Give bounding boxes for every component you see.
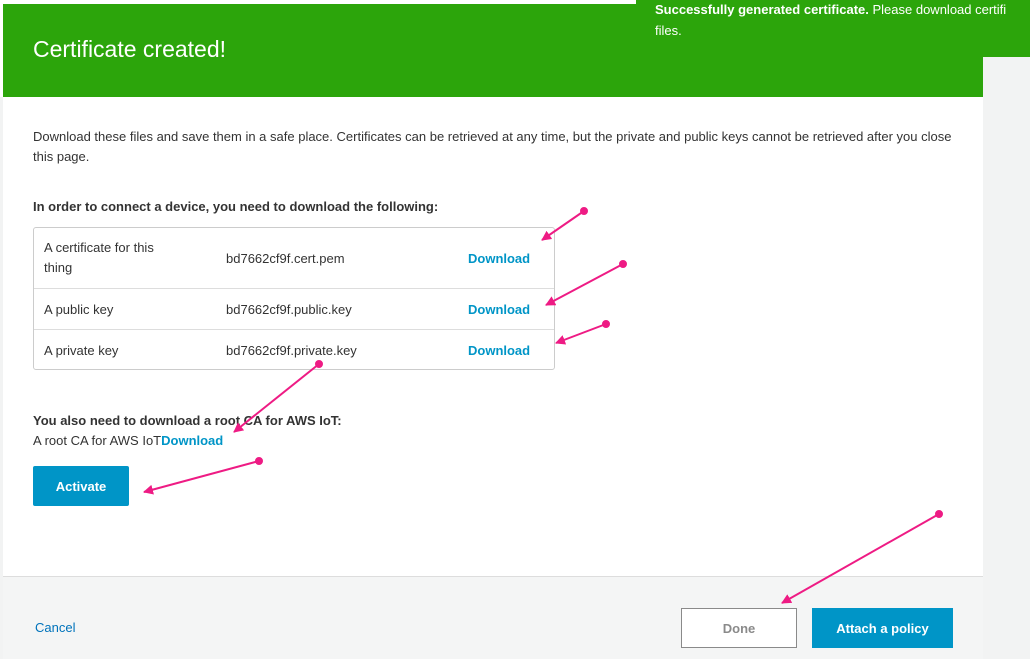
toast-message: Successfully generated certificate. Plea… xyxy=(655,0,1030,41)
toast-rest-text: Please download certifi xyxy=(868,2,1007,17)
annotation-arrow xyxy=(555,320,610,345)
root-ca-line: A root CA for AWS IoTDownload xyxy=(33,433,223,448)
download-public-key-link[interactable]: Download xyxy=(468,302,530,317)
file-name: bd7662cf9f.cert.pem xyxy=(226,251,345,266)
cancel-link[interactable]: Cancel xyxy=(35,620,75,635)
modal-footer: Cancel Done Attach a policy xyxy=(3,576,983,659)
page-title: Certificate created! xyxy=(33,36,227,62)
file-name: bd7662cf9f.public.key xyxy=(226,302,352,317)
intro-text: Download these files and save them in a … xyxy=(33,129,952,164)
success-toast: Successfully generated certificate. Plea… xyxy=(636,0,1030,57)
table-row: A certificate for this thing bd7662cf9f.… xyxy=(34,228,554,289)
attach-policy-button[interactable]: Attach a policy xyxy=(812,608,953,648)
file-name: bd7662cf9f.private.key xyxy=(226,343,357,358)
root-ca-heading: You also need to download a root CA for … xyxy=(33,413,342,428)
file-description: A private key xyxy=(44,343,119,358)
annotation-arrow xyxy=(143,457,263,495)
download-root-ca-link[interactable]: Download xyxy=(161,433,223,448)
done-button[interactable]: Done xyxy=(681,608,797,648)
files-table: A certificate for this thing bd7662cf9f.… xyxy=(33,227,555,370)
root-ca-label: A root CA for AWS IoT xyxy=(33,433,162,448)
toast-line2: files. xyxy=(655,23,682,38)
background-panel xyxy=(983,57,1030,659)
file-description: A certificate for this thing xyxy=(44,240,154,275)
activate-button[interactable]: Activate xyxy=(33,466,129,506)
table-row: A private key bd7662cf9f.private.key Dow… xyxy=(34,330,554,370)
left-border xyxy=(0,97,3,659)
file-description: A public key xyxy=(44,302,114,317)
toast-strong-text: Successfully generated certificate. xyxy=(655,2,869,17)
download-cert-link[interactable]: Download xyxy=(468,251,530,266)
download-subheading: In order to connect a device, you need t… xyxy=(33,199,439,214)
table-row: A public key bd7662cf9f.public.key Downl… xyxy=(34,289,554,330)
annotation-arrow xyxy=(545,260,627,306)
download-private-key-link[interactable]: Download xyxy=(468,343,530,358)
